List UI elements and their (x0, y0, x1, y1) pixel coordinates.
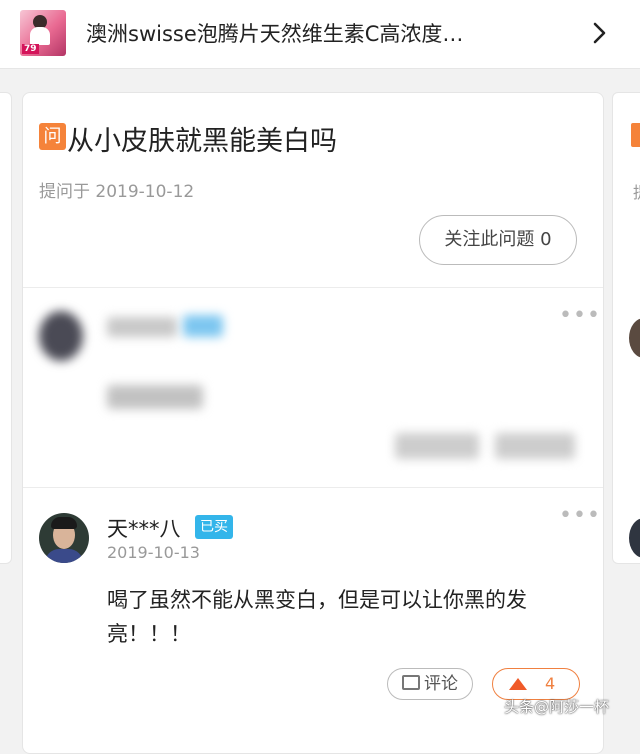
divider (23, 287, 603, 288)
blurred-username (107, 317, 177, 337)
thumbnail-badge: 79 (22, 44, 39, 54)
divider (23, 487, 603, 488)
like-count: 4 (545, 674, 556, 693)
more-options-icon[interactable]: ••• (559, 505, 601, 527)
comment-label: 评论 (424, 674, 458, 694)
question-card: 问 从小皮肤就黑能美白吗 提问于 2019-10-12 关注此问题 0 ••• … (22, 92, 604, 754)
product-title[interactable]: 澳洲swisse泡腾片天然维生素C高浓度… (86, 18, 516, 48)
thumbs-up-icon (509, 678, 527, 690)
blurred-answer-text (107, 385, 203, 409)
question-icon: 问 (39, 123, 66, 150)
question-title: 从小皮肤就黑能美白吗 (67, 126, 337, 157)
chevron-right-icon[interactable] (586, 20, 612, 46)
question-date: 提问于 2019-10-12 (39, 182, 195, 202)
purchased-badge: 已买 (195, 515, 233, 539)
comment-button[interactable]: 评论 (387, 668, 473, 700)
answer-text: 喝了虽然不能从黑变白，但是可以让你黑的发亮！！！ (107, 588, 527, 646)
follow-question-button[interactable]: 关注此问题 0 (419, 215, 577, 265)
avatar[interactable] (39, 513, 89, 563)
product-thumbnail: 79 (20, 10, 66, 56)
answer-date: 2019-10-13 (107, 543, 200, 562)
product-header[interactable]: 79 澳洲swisse泡腾片天然维生素C高浓度… (0, 0, 640, 69)
blurred-badge (183, 315, 223, 337)
blurred-comment-button[interactable] (395, 433, 479, 459)
previous-card-peek[interactable] (0, 92, 12, 564)
blurred-like-button[interactable] (495, 433, 575, 459)
avatar (39, 311, 83, 361)
comment-icon (402, 675, 420, 690)
next-card-peek[interactable]: 提 (612, 92, 640, 564)
answer-username: 天***八 (107, 517, 181, 541)
watermark: 头条@阿莎一杯 (504, 698, 610, 716)
more-options-icon[interactable]: ••• (559, 305, 601, 327)
